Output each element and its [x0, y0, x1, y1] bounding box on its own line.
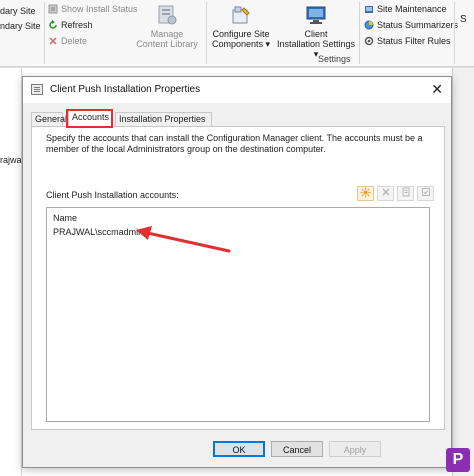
- annotation-arrow-line: [141, 230, 231, 253]
- annotation-arrow-head: [136, 226, 152, 240]
- annotation-arrow: [136, 226, 231, 253]
- watermark-logo: P: [446, 448, 470, 472]
- tab-accounts[interactable]: Accounts: [68, 110, 113, 127]
